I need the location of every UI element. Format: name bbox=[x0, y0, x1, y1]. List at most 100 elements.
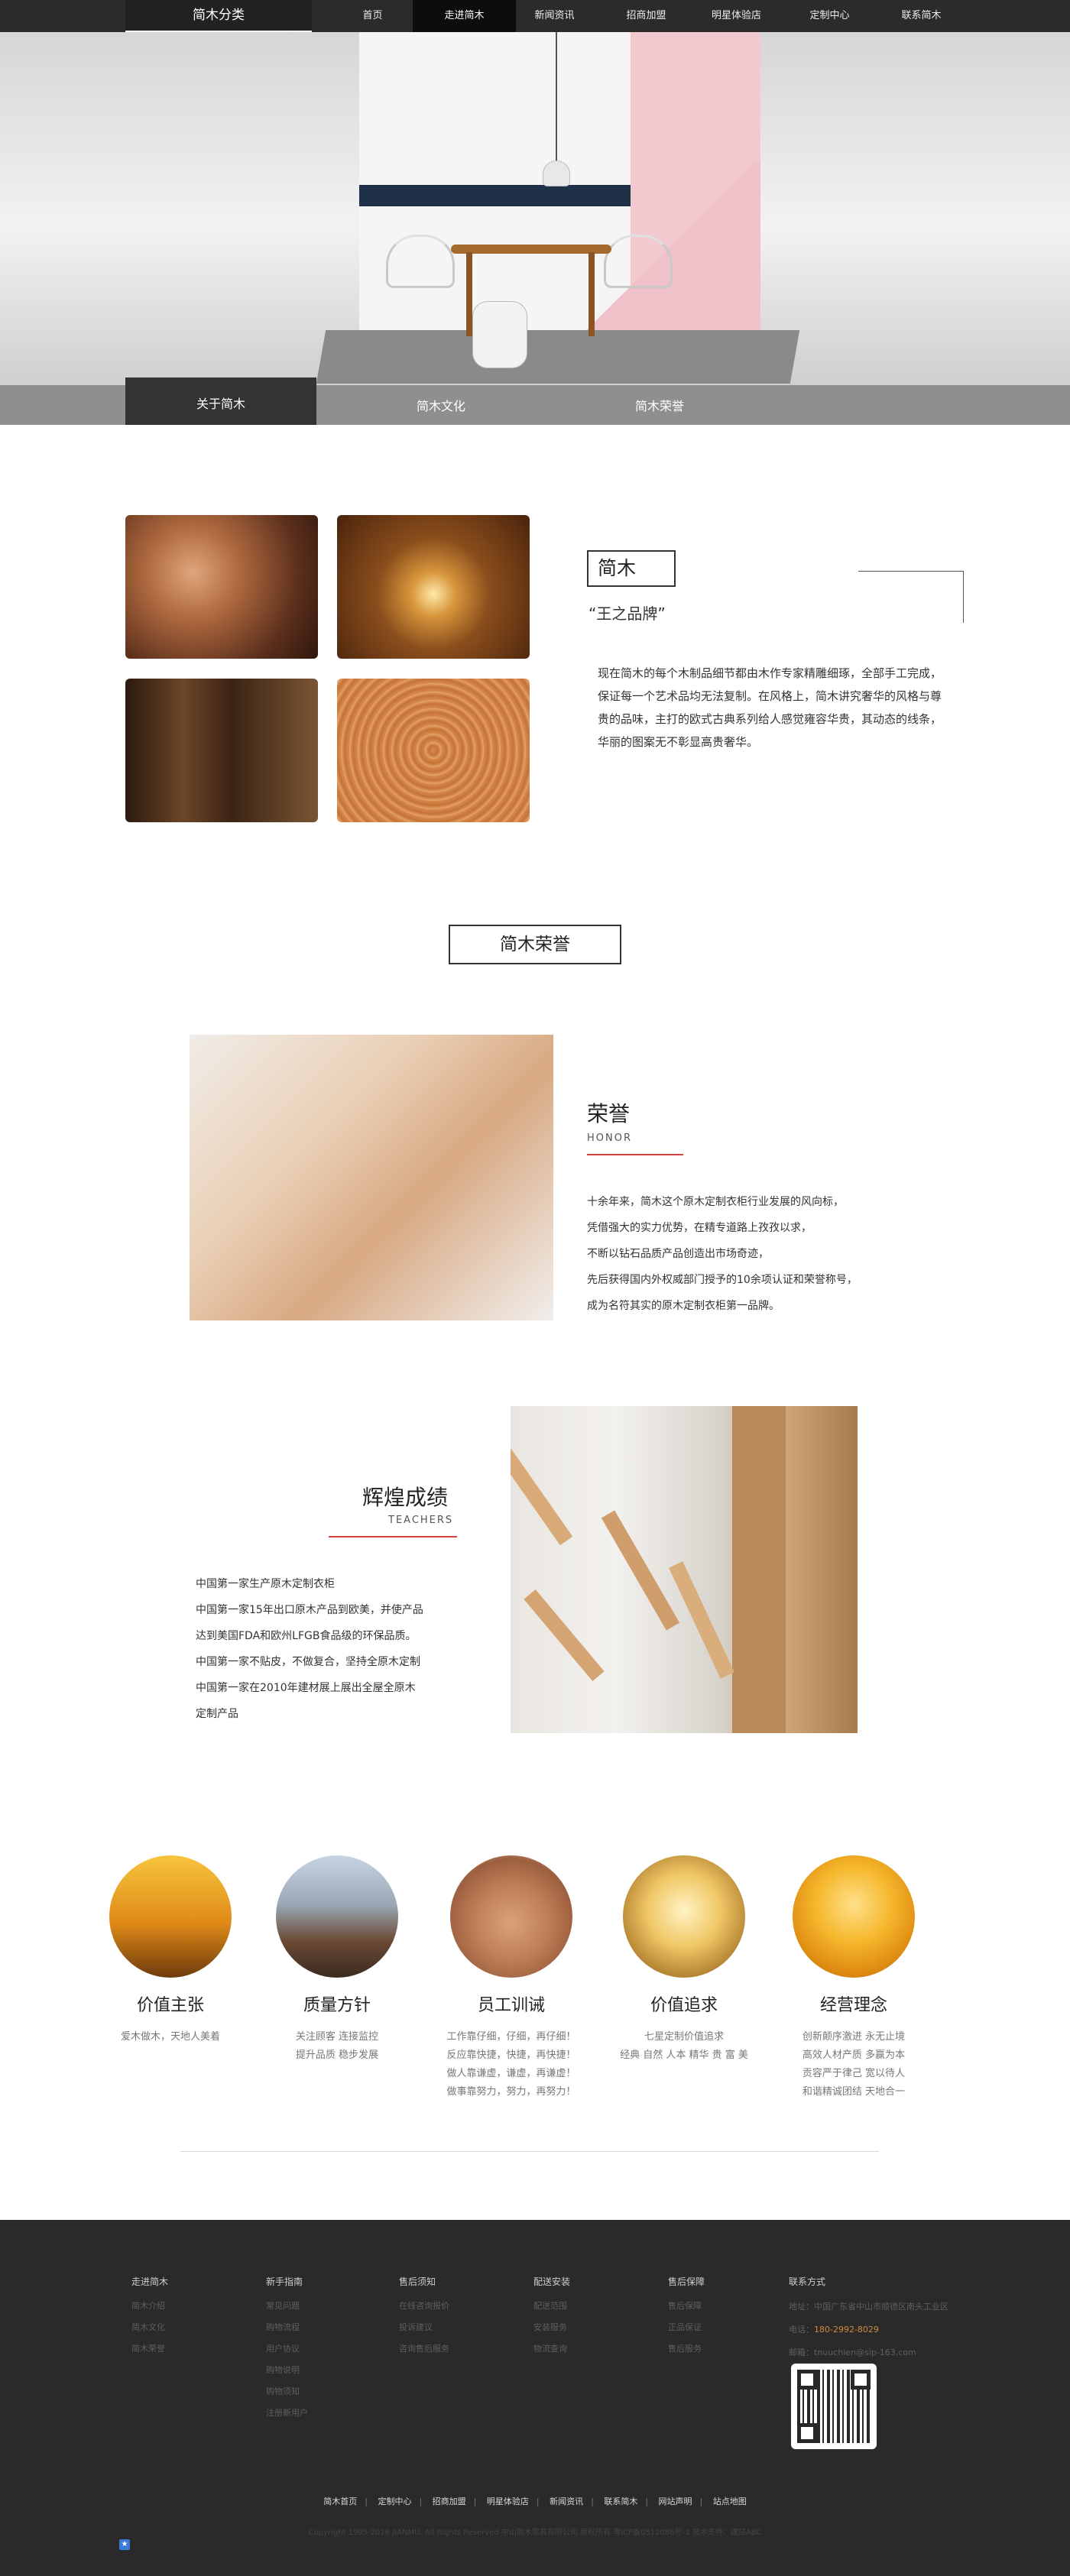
footer-link[interactable]: 投诉建议 bbox=[399, 2317, 521, 2338]
honor-line: 不断以钻石品质产品创造出市场奇迹， bbox=[587, 1248, 769, 1260]
honor-rule bbox=[587, 1154, 683, 1155]
contact-address: 地址：中国广东省中山市顺德区南头工业区 bbox=[789, 2302, 948, 2312]
footer-column-head: 售后保障 bbox=[668, 2276, 705, 2287]
honor-text: 十余年来，简木这个原木定制衣柜行业发展的风向标， 凭借强大的实力优势，在精专道路… bbox=[587, 1189, 939, 1319]
contact-email[interactable]: 邮箱：tnuuchien@sip-163.com bbox=[789, 2341, 987, 2364]
value-title: 员工训诫 bbox=[477, 1996, 545, 2015]
footer-link[interactable]: 常见问题 bbox=[266, 2296, 388, 2317]
contact-phone-number[interactable]: 180-2992-8029 bbox=[814, 2325, 879, 2335]
bottom-link[interactable]: 招商加盟 bbox=[433, 2497, 466, 2506]
footer-link[interactable]: 购物流程 bbox=[266, 2317, 388, 2338]
achieve-line: 中国第一家生产原木定制衣柜 bbox=[196, 1578, 335, 1590]
hook-peg bbox=[669, 1561, 734, 1679]
separator: | bbox=[419, 2497, 423, 2506]
photo-study-room bbox=[125, 679, 318, 822]
nav-item-contact[interactable]: 联系简木 bbox=[870, 0, 973, 32]
photo-wood-rings bbox=[337, 679, 530, 822]
footer-link[interactable]: 简木荣誉 bbox=[131, 2338, 254, 2360]
footer-link[interactable]: 物流查询 bbox=[533, 2338, 656, 2360]
value-desc-line: 高效人材产质 多赢为本 bbox=[802, 2049, 906, 2061]
footer: 走进简木 简木介绍 简木文化 简木荣誉 新手指南 常见问题 购物流程 用户协议 … bbox=[0, 2220, 1070, 2576]
subnav-culture[interactable]: 简木文化 bbox=[345, 385, 537, 425]
table-leg bbox=[588, 252, 595, 336]
nav-item-stores[interactable]: 明星体验店 bbox=[685, 0, 788, 32]
chair-left bbox=[386, 235, 455, 288]
hook-peg bbox=[511, 1442, 573, 1546]
value-title: 经营理念 bbox=[819, 1996, 887, 2015]
bottom-link[interactable]: 联系简木 bbox=[604, 2497, 637, 2506]
photo-wooden-drawers bbox=[190, 1035, 553, 1320]
honor-subtitle: HONOR bbox=[587, 1132, 632, 1144]
bottom-link[interactable]: 明星体验店 bbox=[487, 2497, 529, 2506]
achieve-line: 达到美国FDA和欧州LFGB食品级的环保品质。 bbox=[196, 1630, 417, 1642]
bottom-link[interactable]: 定制中心 bbox=[378, 2497, 411, 2506]
nav-item-home[interactable]: 首页 bbox=[321, 0, 424, 32]
nav-item-franchise[interactable]: 招商加盟 bbox=[595, 0, 698, 32]
value-title: 价值追求 bbox=[650, 1996, 718, 2015]
people-image bbox=[623, 1855, 745, 1978]
footer-link[interactable]: 用户协议 bbox=[266, 2338, 388, 2360]
honor-section-title: 简木荣誉 bbox=[449, 925, 621, 964]
value-desc-line: 做人靠谦虚，谦虚，再谦虚！ bbox=[446, 2068, 576, 2079]
footer-link[interactable]: 安装服务 bbox=[533, 2317, 656, 2338]
value-card: 价值主张 爱木做木，天地人美着 bbox=[98, 1855, 243, 2046]
achieve-title: 辉煌成绩 bbox=[362, 1485, 449, 1510]
security-badge-icon[interactable]: ★ bbox=[119, 2539, 130, 2550]
value-desc: 七星定制价值追求 经典 自然 人本 精华 贵 富 美 bbox=[611, 2028, 757, 2065]
table-leg bbox=[466, 252, 472, 336]
value-card: 质量方针 关注顾客 连接监控 提升品质 稳步发展 bbox=[264, 1855, 410, 2065]
bottom-link[interactable]: 网站声明 bbox=[659, 2497, 692, 2506]
separator: | bbox=[365, 2497, 368, 2506]
logo[interactable]: 简木分类 bbox=[125, 0, 312, 32]
footer-column: 新手指南 常见问题 购物流程 用户协议 购物说明 购物须知 注册新用户 bbox=[266, 2275, 388, 2424]
achieve-line: 中国第一家不贴皮，不做复合，坚持全原木定制 bbox=[196, 1656, 420, 1668]
nav-item-custom[interactable]: 定制中心 bbox=[778, 0, 881, 32]
city-image bbox=[276, 1855, 398, 1978]
hands-image bbox=[450, 1855, 572, 1978]
bottom-link[interactable]: 站点地图 bbox=[713, 2497, 747, 2506]
value-desc-line: 和谐精诚团结 天地合一 bbox=[802, 2086, 906, 2098]
footer-column-head: 配送安装 bbox=[533, 2276, 571, 2287]
bottom-link[interactable]: 简木首页 bbox=[323, 2497, 357, 2506]
honor-line: 十余年来，简木这个原木定制衣柜行业发展的风向标， bbox=[587, 1196, 844, 1208]
qr-finder bbox=[851, 2370, 871, 2390]
footer-link[interactable]: 售后服务 bbox=[668, 2338, 790, 2360]
footer-link[interactable]: 简木文化 bbox=[131, 2317, 254, 2338]
lamp-cord bbox=[556, 32, 557, 162]
hero-banner bbox=[0, 32, 1070, 385]
value-title: 价值主张 bbox=[136, 1996, 204, 2015]
page: 简木分类 首页 走进简木 新闻资讯 招商加盟 明星体验店 定制中心 联系简木 关… bbox=[0, 0, 1070, 2576]
honor-line: 先后获得国内外权威部门授予的10余项认证和荣誉称号， bbox=[587, 1274, 858, 1286]
footer-link[interactable]: 注册新用户 bbox=[266, 2403, 388, 2424]
footer-link[interactable]: 购物须知 bbox=[266, 2381, 388, 2403]
dining-table bbox=[451, 245, 611, 254]
nav-item-news[interactable]: 新闻资讯 bbox=[503, 0, 606, 32]
footer-column-head: 售后须知 bbox=[399, 2276, 436, 2287]
nav-item-about[interactable]: 走进简木 bbox=[413, 0, 516, 32]
divider bbox=[180, 2151, 879, 2152]
footer-link[interactable]: 在线咨询报价 bbox=[399, 2296, 521, 2317]
subnav-honor[interactable]: 简木荣誉 bbox=[564, 385, 755, 425]
footer-contact: 联系方式 地址：中国广东省中山市顺德区南头工业区 电话：180-2992-802… bbox=[789, 2275, 987, 2364]
footer-link[interactable]: 购物说明 bbox=[266, 2360, 388, 2381]
value-desc-line: 关注顾客 连接监控 bbox=[295, 2031, 379, 2043]
footer-link[interactable]: 正品保证 bbox=[668, 2317, 790, 2338]
pyramid-image bbox=[109, 1855, 232, 1978]
footer-link[interactable]: 售后保障 bbox=[668, 2296, 790, 2317]
about-text: 现在简木的每个木制品细节都由木作专家精雕细琢，全部手工完成，保证每一个艺术品均无… bbox=[598, 666, 942, 749]
value-desc-line: 爱木做木，天地人美着 bbox=[120, 2031, 220, 2043]
footer-link[interactable]: 咨询售后服务 bbox=[399, 2338, 521, 2360]
subnav-about[interactable]: 关于简木 bbox=[125, 377, 316, 425]
qr-finder bbox=[797, 2423, 817, 2443]
footer-column: 售后须知 在线咨询报价 投诉建议 咨询售后服务 bbox=[399, 2275, 521, 2360]
about-corner-line-vertical bbox=[963, 571, 964, 623]
about-corner-line bbox=[858, 571, 964, 572]
bottom-link[interactable]: 新闻资讯 bbox=[550, 2497, 583, 2506]
footer-link[interactable]: 配送范围 bbox=[533, 2296, 656, 2317]
value-desc-line: 反应靠快捷，快捷，再快捷！ bbox=[446, 2049, 576, 2061]
value-desc-line: 七星定制价值追求 bbox=[644, 2031, 724, 2043]
footer-link[interactable]: 简木介绍 bbox=[131, 2296, 254, 2317]
value-desc: 爱木做木，天地人美着 bbox=[98, 2028, 243, 2046]
hero-navy-band bbox=[359, 185, 631, 206]
footer-column-head: 新手指南 bbox=[266, 2276, 303, 2287]
